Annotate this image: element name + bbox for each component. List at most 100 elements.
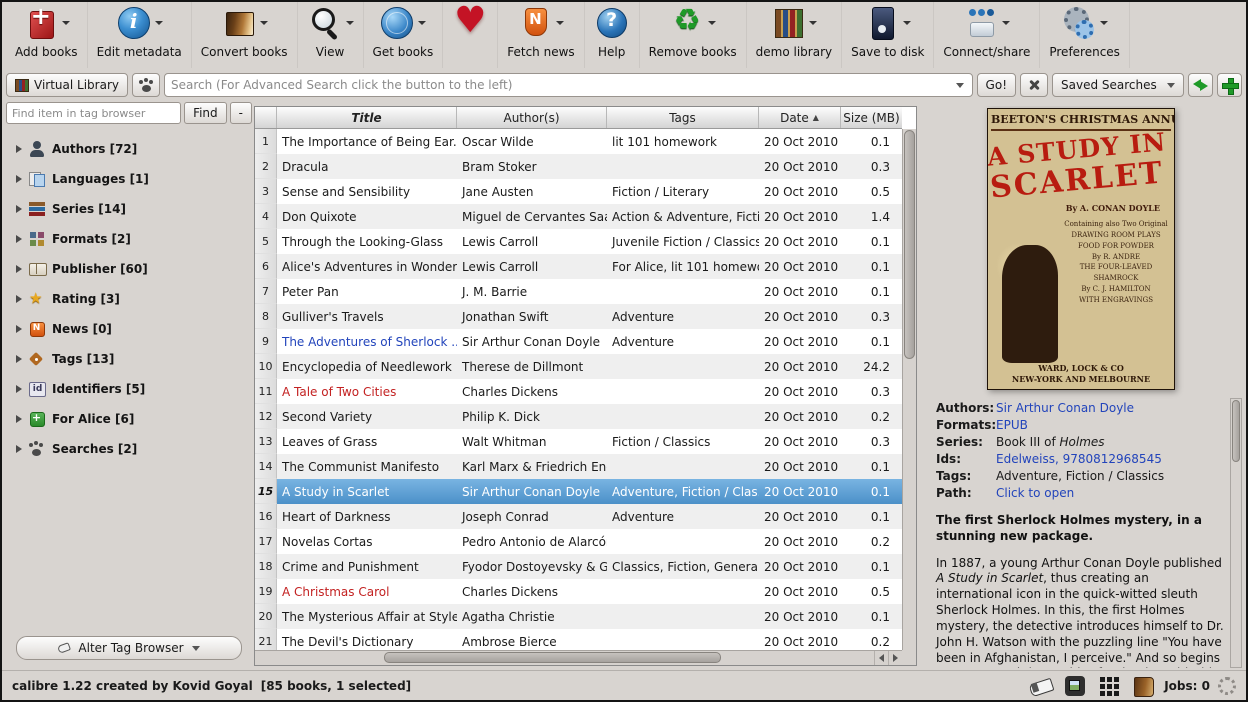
table-row[interactable]: 20 The Mysterious Affair at Styles Agath… (255, 604, 902, 629)
alter-tag-browser-button[interactable]: Alter Tag Browser (16, 636, 242, 660)
dropdown-arrow-icon[interactable] (346, 21, 354, 25)
dropdown-arrow-icon[interactable] (708, 21, 716, 25)
table-row[interactable]: 21 The Devil's Dictionary Ambrose Bierce… (255, 629, 902, 650)
cell-date[interactable]: 20 Oct 2010 (759, 585, 841, 599)
sidebar-item-authors[interactable]: Authors [72] (6, 134, 252, 164)
authors-link[interactable]: Sir Arthur Conan Doyle (996, 400, 1226, 417)
cell-title[interactable]: A Tale of Two Cities (277, 385, 457, 399)
cell-author[interactable]: Walt Whitman (457, 435, 607, 449)
cell-author[interactable]: Oscar Wilde (457, 135, 607, 149)
sidebar-item-publisher[interactable]: Publisher [60] (6, 254, 252, 284)
cell-title[interactable]: Heart of Darkness (277, 510, 457, 524)
cell-size[interactable]: 0.1 (841, 135, 902, 149)
cell-author[interactable]: Lewis Carroll (457, 260, 607, 274)
table-row[interactable]: 6 Alice's Adventures in Wonder... Lewis … (255, 254, 902, 279)
vertical-scrollbar[interactable] (902, 129, 916, 650)
cell-date[interactable]: 20 Oct 2010 (759, 460, 841, 474)
cell-author[interactable]: Charles Dickens (457, 385, 607, 399)
search-mode-button[interactable] (132, 73, 160, 97)
sidebar-item-identifiers[interactable]: Identifiers [5] (6, 374, 252, 404)
sidebar-item-for-alice[interactable]: For Alice [6] (6, 404, 252, 434)
add-books-button[interactable]: Add books (6, 2, 88, 68)
vertical-scrollbar-thumb[interactable] (904, 130, 915, 359)
book-cover[interactable]: BEETON'S CHRISTMAS ANNUAL A STUDY IN SCA… (987, 108, 1175, 390)
cell-date[interactable]: 20 Oct 2010 (759, 385, 841, 399)
preferences-button[interactable]: Preferences (1040, 2, 1130, 68)
cover-browser-toggle-button[interactable] (1062, 674, 1088, 698)
cell-date[interactable]: 20 Oct 2010 (759, 485, 841, 499)
collapse-all-button[interactable]: - (230, 102, 252, 124)
sidebar-item-news[interactable]: News [0] (6, 314, 252, 344)
get-books-button[interactable]: Get books (364, 2, 444, 68)
cell-tags[interactable]: Adventure (607, 310, 759, 324)
tag-browser-find-field[interactable] (6, 102, 181, 124)
cell-title[interactable]: Leaves of Grass (277, 435, 457, 449)
table-row[interactable]: 12 Second Variety Philip K. Dick 20 Oct … (255, 404, 902, 429)
table-row[interactable]: 18 Crime and Punishment Fyodor Dostoyevs… (255, 554, 902, 579)
cell-size[interactable]: 1.4 (841, 210, 902, 224)
cell-author[interactable]: Agatha Christie (457, 610, 607, 624)
cell-date[interactable]: 20 Oct 2010 (759, 135, 841, 149)
cell-size[interactable]: 0.1 (841, 610, 902, 624)
cell-date[interactable]: 20 Oct 2010 (759, 535, 841, 549)
expand-arrow-icon[interactable] (16, 385, 22, 393)
cell-size[interactable]: 0.1 (841, 235, 902, 249)
cell-author[interactable]: Sir Arthur Conan Doyle (457, 335, 607, 349)
cell-title[interactable]: Don Quixote (277, 210, 457, 224)
cell-tags[interactable]: lit 101 homework (607, 135, 759, 149)
cell-title[interactable]: A Christmas Carol (277, 585, 457, 599)
cell-size[interactable]: 0.1 (841, 285, 902, 299)
formats-link[interactable]: EPUB (996, 417, 1226, 434)
dropdown-arrow-icon[interactable] (809, 21, 817, 25)
sidebar-item-languages[interactable]: Languages [1] (6, 164, 252, 194)
column-header-size[interactable]: Size (MB) (841, 107, 902, 128)
dropdown-arrow-icon[interactable] (556, 21, 564, 25)
cell-size[interactable]: 0.1 (841, 510, 902, 524)
view-button[interactable]: View (298, 2, 364, 68)
cell-date[interactable]: 20 Oct 2010 (759, 235, 841, 249)
search-input[interactable] (171, 78, 950, 92)
cell-author[interactable]: Joseph Conrad (457, 510, 607, 524)
convert-books-button[interactable]: Convert books (192, 2, 298, 68)
cell-date[interactable]: 20 Oct 2010 (759, 560, 841, 574)
details-scrollbar-thumb[interactable] (1232, 400, 1240, 462)
cell-author[interactable]: Miguel de Cervantes Saa... (457, 210, 607, 224)
virtual-library-button[interactable]: Virtual Library (6, 73, 128, 97)
cell-tags[interactable]: Adventure (607, 510, 759, 524)
go-button[interactable]: Go! (977, 73, 1016, 97)
cell-title[interactable]: Novelas Cortas (277, 535, 457, 549)
cell-author[interactable]: Sir Arthur Conan Doyle (457, 485, 607, 499)
find-button[interactable]: Find (184, 102, 227, 124)
saved-searches-select[interactable]: Saved Searches (1052, 73, 1184, 97)
cell-size[interactable]: 0.2 (841, 410, 902, 424)
cell-size[interactable]: 0.3 (841, 160, 902, 174)
cell-title[interactable]: Crime and Punishment (277, 560, 457, 574)
save-to-disk-button[interactable]: Save to disk (842, 2, 934, 68)
cell-tags[interactable]: Fiction / Literary (607, 185, 759, 199)
cell-date[interactable]: 20 Oct 2010 (759, 285, 841, 299)
table-row[interactable]: 16 Heart of Darkness Joseph Conrad Adven… (255, 504, 902, 529)
dropdown-arrow-icon[interactable] (1100, 21, 1108, 25)
column-header-date[interactable]: Date ▲ (759, 107, 841, 128)
cell-tags[interactable]: Action & Adventure, Ficti... (607, 210, 759, 224)
table-row[interactable]: 4 Don Quixote Miguel de Cervantes Saa...… (255, 204, 902, 229)
table-row[interactable]: 8 Gulliver's Travels Jonathan Swift Adve… (255, 304, 902, 329)
search-field[interactable] (164, 73, 973, 97)
table-row[interactable]: 9 The Adventures of Sherlock ... Sir Art… (255, 329, 902, 354)
book-details-toggle-button[interactable] (1130, 674, 1156, 698)
cell-date[interactable]: 20 Oct 2010 (759, 360, 841, 374)
cell-title[interactable]: Through the Looking-Glass (277, 235, 457, 249)
cell-size[interactable]: 0.5 (841, 585, 902, 599)
dropdown-arrow-icon[interactable] (155, 21, 163, 25)
cell-size[interactable]: 24.2 (841, 360, 902, 374)
cell-size[interactable]: 0.1 (841, 460, 902, 474)
expand-arrow-icon[interactable] (16, 325, 22, 333)
cell-author[interactable]: Philip K. Dick (457, 410, 607, 424)
jobs-status[interactable]: Jobs: 0 (1164, 679, 1210, 693)
cell-date[interactable]: 20 Oct 2010 (759, 260, 841, 274)
ids-link[interactable]: Edelweiss, 9780812968545 (996, 451, 1226, 468)
cell-size[interactable]: 0.1 (841, 335, 902, 349)
cell-title[interactable]: The Mysterious Affair at Styles (277, 610, 457, 624)
remove-books-button[interactable]: Remove books (640, 2, 747, 68)
details-scrollbar[interactable] (1230, 398, 1242, 668)
